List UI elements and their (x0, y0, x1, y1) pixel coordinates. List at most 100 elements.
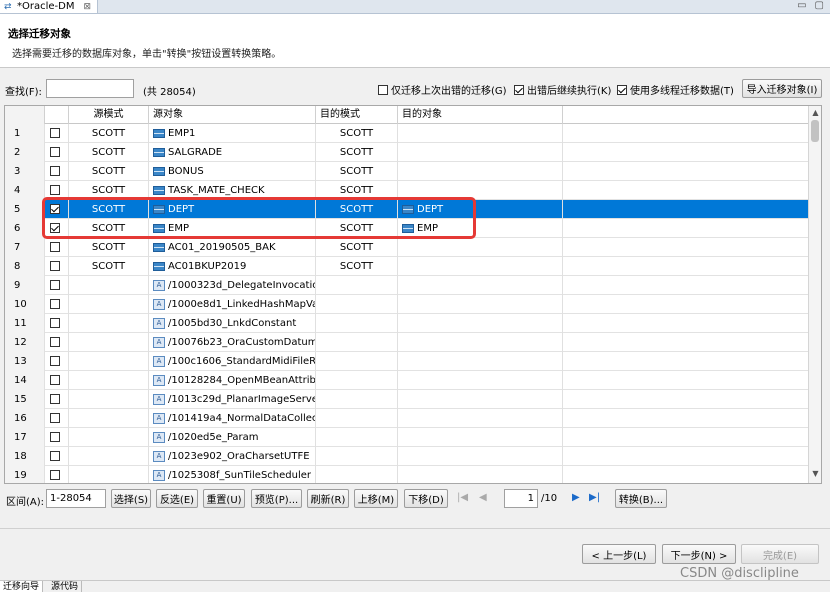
row-checkbox[interactable] (50, 318, 60, 328)
row-checkbox[interactable] (50, 166, 60, 176)
row-checkbox[interactable] (50, 185, 60, 195)
row-checkbox-cell[interactable] (45, 466, 69, 483)
object-icon: A (153, 469, 165, 481)
row-checkbox[interactable] (50, 432, 60, 442)
cell-source-schema (69, 371, 149, 390)
move-up-button[interactable]: 上移(M) (354, 489, 398, 508)
cell-empty (563, 333, 809, 352)
source-object-name: AC01BKUP2019 (168, 261, 247, 272)
table-row[interactable]: 13 A/100c1606_StandardMidiFileR.. (5, 352, 809, 371)
row-checkbox-cell[interactable] (45, 333, 69, 352)
row-checkbox[interactable] (50, 242, 60, 252)
row-checkbox-cell[interactable] (45, 371, 69, 390)
row-checkbox-cell[interactable] (45, 352, 69, 371)
import-objects-button[interactable]: 导入迁移对象(I) (742, 79, 822, 98)
row-checkbox-cell[interactable] (45, 314, 69, 333)
back-button[interactable]: < 上一步(L) (582, 544, 656, 564)
row-checkbox[interactable] (50, 413, 60, 423)
table-row[interactable]: 19 A/1025308f_SunTileScheduler (5, 466, 809, 483)
row-checkbox-cell[interactable] (45, 295, 69, 314)
table-row[interactable]: 9 A/1000323d_DelegateInvocatio. (5, 276, 809, 295)
multithread-option[interactable]: 使用多线程迁移数据(T) (617, 82, 734, 97)
row-checkbox[interactable] (50, 299, 60, 309)
last-page-icon[interactable]: ▶| (589, 492, 600, 503)
continue-on-error-option[interactable]: 出错后继续执行(K) (514, 82, 611, 97)
select-button[interactable]: 选择(S) (111, 489, 151, 508)
range-label: 区间(A): (6, 497, 45, 508)
row-checkbox[interactable] (50, 394, 60, 404)
close-icon[interactable]: ⊠ (83, 2, 91, 12)
cell-target-schema: SCOTT (316, 257, 398, 276)
table-row[interactable]: 8 SCOTT AC01BKUP2019 SCOTT (5, 257, 809, 276)
maximize-icon[interactable]: ▢ (815, 0, 824, 11)
header-target-schema[interactable]: 目的模式 (316, 106, 398, 124)
row-checkbox-cell[interactable] (45, 143, 69, 162)
row-checkbox[interactable] (50, 128, 60, 138)
row-checkbox-cell[interactable] (45, 162, 69, 181)
object-icon: A (153, 317, 165, 329)
only-failed-option[interactable]: 仅迁移上次出错的迁移(G) (378, 82, 507, 97)
next-button[interactable]: 下一步(N) > (662, 544, 736, 564)
row-checkbox-cell[interactable] (45, 428, 69, 447)
object-icon: A (153, 374, 165, 386)
table-row[interactable]: 11 A/1005bd30_LnkdConstant (5, 314, 809, 333)
row-checkbox[interactable] (50, 261, 60, 271)
find-input[interactable] (46, 79, 134, 98)
refresh-button[interactable]: 刷新(R) (307, 489, 349, 508)
cell-source-schema (69, 314, 149, 333)
row-checkbox-cell[interactable] (45, 276, 69, 295)
finish-button[interactable]: 完成(E) (741, 544, 819, 564)
continue-on-error-checkbox[interactable] (514, 84, 524, 95)
header-source-object[interactable]: 源对象 (149, 106, 316, 124)
cell-empty (563, 466, 809, 483)
row-checkbox[interactable] (50, 375, 60, 385)
row-checkbox[interactable] (50, 470, 60, 480)
row-checkbox[interactable] (50, 356, 60, 366)
tab-migration-wizard[interactable]: 迁移向导 (0, 581, 44, 592)
row-checkbox-cell[interactable] (45, 390, 69, 409)
minimize-icon[interactable]: ▭ (797, 0, 806, 11)
preview-button[interactable]: 预览(P)... (251, 489, 302, 508)
move-down-button[interactable]: 下移(D) (404, 489, 448, 508)
table-row[interactable]: 14 A/10128284_OpenMBeanAttribu (5, 371, 809, 390)
prev-page-icon[interactable]: ◀ (479, 492, 487, 503)
tab-source-code[interactable]: 源代码 (48, 581, 83, 592)
table-row[interactable]: 15 A/1013c29d_PlanarImageServer (5, 390, 809, 409)
scroll-up-icon[interactable]: ▲ (809, 108, 821, 120)
invert-button[interactable]: 反选(E) (156, 489, 198, 508)
convert-button[interactable]: 转换(B)... (615, 489, 667, 508)
next-page-icon[interactable]: ▶ (572, 492, 580, 503)
table-row[interactable]: 17 A/1020ed5e_Param (5, 428, 809, 447)
table-row[interactable]: 18 A/1023e902_OraCharsetUTFE (5, 447, 809, 466)
table-row[interactable]: 10 A/1000e8d1_LinkedHashMapVa (5, 295, 809, 314)
vertical-scrollbar[interactable]: ▲ ▼ (808, 106, 821, 483)
scroll-down-icon[interactable]: ▼ (809, 469, 821, 481)
header-source-schema[interactable]: 源模式 (69, 106, 149, 124)
header-target-object[interactable]: 目的对象 (398, 106, 563, 124)
editor-tab[interactable]: ⇄ *Oracle-DM ⊠ (0, 0, 99, 14)
multithread-checkbox[interactable] (617, 84, 627, 95)
page-input[interactable]: 1 (504, 489, 538, 508)
row-checkbox[interactable] (50, 280, 60, 290)
first-page-icon[interactable]: |◀ (457, 492, 468, 503)
row-checkbox[interactable] (50, 337, 60, 347)
cell-target-object (398, 409, 563, 428)
only-failed-checkbox[interactable] (378, 84, 388, 95)
row-checkbox[interactable] (50, 147, 60, 157)
row-checkbox-cell[interactable] (45, 257, 69, 276)
reset-button[interactable]: 重置(U) (203, 489, 245, 508)
range-input[interactable]: 1-28054 (46, 489, 106, 508)
table-row[interactable]: 1 SCOTT EMP1 SCOTT (5, 124, 809, 143)
window-controls: ▭ ▢ (797, 0, 824, 11)
table-row[interactable]: 2 SCOTT SALGRADE SCOTT (5, 143, 809, 162)
scrollbar-thumb[interactable] (811, 120, 819, 142)
row-checkbox-cell[interactable] (45, 124, 69, 143)
row-checkbox-cell[interactable] (45, 238, 69, 257)
row-checkbox-cell[interactable] (45, 409, 69, 428)
table-row[interactable]: 3 SCOTT BONUS SCOTT (5, 162, 809, 181)
row-checkbox[interactable] (50, 451, 60, 461)
table-row[interactable]: 16 A/101419a4_NormalDataCollect (5, 409, 809, 428)
table-row[interactable]: 12 A/10076b23_OraCustomDatumC (5, 333, 809, 352)
table-row[interactable]: 7 SCOTT AC01_20190505_BAK SCOTT (5, 238, 809, 257)
row-checkbox-cell[interactable] (45, 447, 69, 466)
